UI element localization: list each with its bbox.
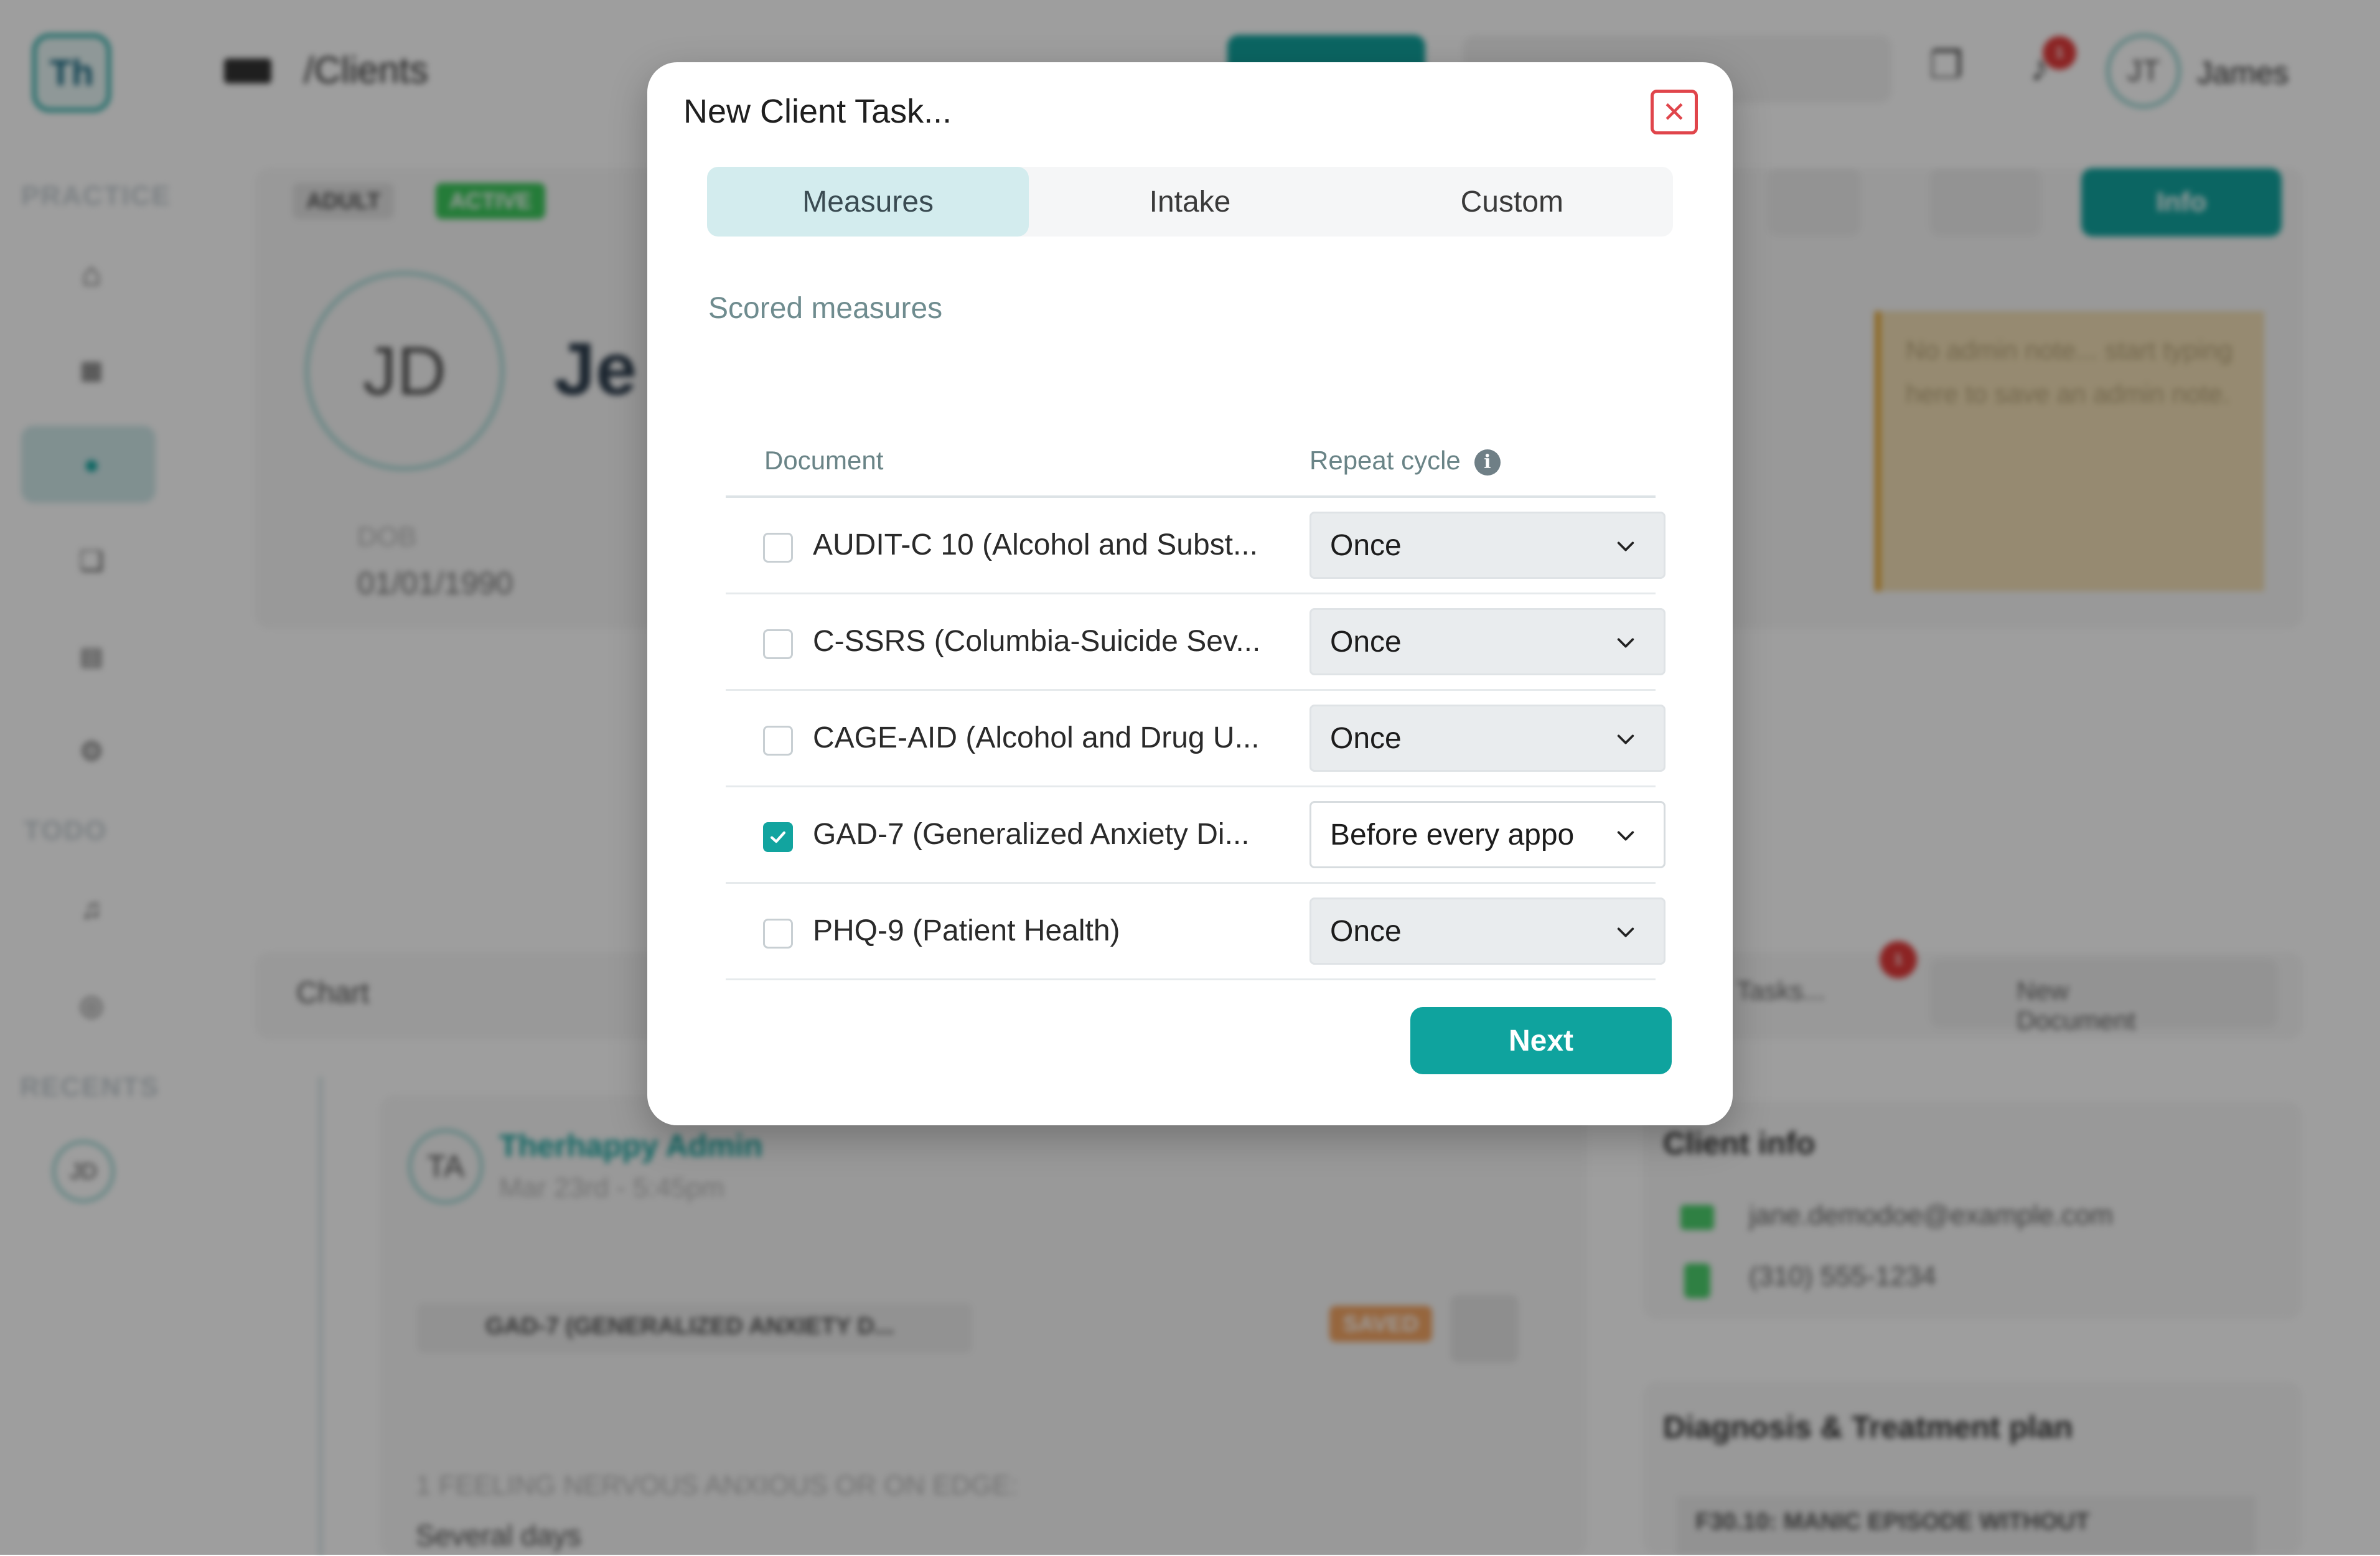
chevron-down-icon — [1617, 927, 1634, 937]
tab-custom[interactable]: Custom — [1351, 167, 1673, 237]
table-row: PHQ-9 (Patient Health) Once — [726, 884, 1666, 980]
repeat-cycle-value: Before every appo — [1330, 818, 1575, 851]
repeat-cycle-value: Once — [1330, 914, 1402, 948]
repeat-cycle-label: Repeat cycle — [1309, 446, 1461, 475]
tab-intake[interactable]: Intake — [1029, 167, 1351, 237]
measure-checkbox[interactable] — [763, 726, 793, 756]
repeat-cycle-select[interactable]: Once — [1309, 608, 1666, 675]
repeat-cycle-select[interactable]: Once — [1309, 705, 1666, 772]
info-icon[interactable]: i — [1474, 449, 1501, 476]
column-header-repeat-cycle: Repeat cycle i — [1309, 446, 1501, 476]
measure-name: C-SSRS (Columbia-Suicide Sev... — [813, 625, 1261, 658]
checkmark-icon — [770, 831, 786, 843]
measure-name: CAGE-AID (Alcohol and Drug U... — [813, 721, 1260, 754]
chevron-down-icon — [1617, 541, 1634, 551]
measures-table: Document Repeat cycle i AUDIT-C 10 (Alcoh… — [726, 423, 1666, 980]
close-button[interactable]: ✕ — [1651, 90, 1698, 134]
table-row: GAD-7 (Generalized Anxiety Di... Before … — [726, 787, 1666, 884]
chevron-down-icon — [1617, 638, 1634, 648]
table-header: Document Repeat cycle i — [726, 423, 1656, 498]
modal-title: New Client Task... — [683, 93, 952, 130]
measure-name: AUDIT-C 10 (Alcohol and Subst... — [813, 528, 1258, 561]
task-type-tabs: Measures Intake Custom — [707, 167, 1673, 237]
measure-checkbox[interactable] — [763, 533, 793, 563]
measure-checkbox[interactable] — [763, 629, 793, 659]
repeat-cycle-select[interactable]: Once — [1309, 512, 1666, 579]
new-client-task-modal: New Client Task... ✕ Measures Intake Cus… — [647, 62, 1733, 1125]
table-row: AUDIT-C 10 (Alcohol and Subst... Once — [726, 498, 1666, 594]
table-row: CAGE-AID (Alcohol and Drug U... Once — [726, 691, 1666, 787]
repeat-cycle-value: Once — [1330, 625, 1402, 658]
measure-name: PHQ-9 (Patient Health) — [813, 914, 1120, 947]
repeat-cycle-value: Once — [1330, 528, 1402, 562]
tab-measures[interactable]: Measures — [707, 167, 1029, 237]
repeat-cycle-select[interactable]: Once — [1309, 898, 1666, 965]
chevron-down-icon — [1617, 734, 1634, 744]
column-header-document: Document — [764, 446, 884, 475]
repeat-cycle-value: Once — [1330, 721, 1402, 755]
section-label: Scored measures — [708, 292, 943, 325]
measure-name: GAD-7 (Generalized Anxiety Di... — [813, 818, 1250, 851]
measure-checkbox[interactable] — [763, 919, 793, 949]
close-icon: ✕ — [1662, 96, 1687, 128]
repeat-cycle-select[interactable]: Before every appo — [1309, 801, 1666, 868]
table-row: C-SSRS (Columbia-Suicide Sev... Once — [726, 594, 1666, 691]
measure-checkbox[interactable] — [763, 822, 793, 852]
next-button[interactable]: Next — [1410, 1007, 1672, 1074]
chevron-down-icon — [1617, 831, 1634, 841]
